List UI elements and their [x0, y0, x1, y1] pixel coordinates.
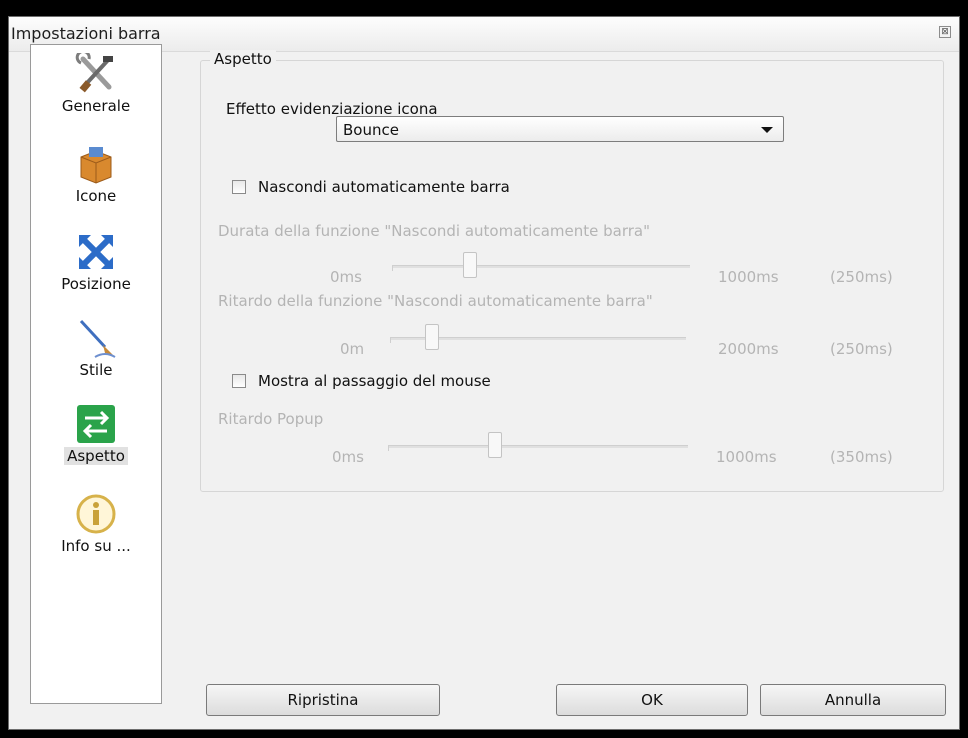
move-arrows-icon	[79, 235, 113, 269]
sidebar-item-icone[interactable]: Icone	[31, 143, 161, 205]
autohide-duration-max: 1000ms	[718, 268, 779, 286]
autohide-duration-value: (250ms)	[830, 268, 893, 286]
popup-delay-slider[interactable]	[388, 432, 688, 462]
popup-delay-value: (350ms)	[830, 448, 893, 466]
sidebar-item-label: Icone	[75, 187, 117, 205]
slider-track	[392, 265, 690, 268]
sidebar-item-label: Info su ...	[61, 537, 131, 555]
slider-tick	[390, 338, 391, 343]
autohide-delay-slider[interactable]	[390, 324, 686, 354]
window-title: Impostazioni barra	[11, 24, 161, 43]
popup-delay-min: 0ms	[332, 448, 364, 466]
swap-arrows-icon	[77, 405, 115, 443]
popup-delay-label: Ritardo Popup	[218, 410, 324, 428]
slider-thumb[interactable]	[463, 252, 477, 278]
info-icon	[76, 494, 116, 534]
autohide-checkbox[interactable]	[232, 180, 246, 194]
mouseover-checkbox[interactable]	[232, 374, 246, 388]
slider-tick	[392, 266, 393, 271]
autohide-duration-min: 0ms	[330, 268, 362, 286]
popup-delay-max: 1000ms	[716, 448, 777, 466]
sidebar-item-label: Stile	[79, 361, 113, 379]
slider-tick	[388, 446, 389, 451]
sidebar-item-label: Posizione	[61, 275, 131, 293]
close-button[interactable]: ⊠	[939, 26, 951, 38]
cancel-button[interactable]: Annulla	[760, 684, 946, 716]
slider-thumb[interactable]	[425, 324, 439, 350]
reset-button[interactable]: Ripristina	[206, 684, 440, 716]
autohide-label[interactable]: Nascondi automaticamente barra	[258, 178, 510, 196]
autohide-delay-max: 2000ms	[718, 340, 779, 358]
mouseover-label[interactable]: Mostra al passaggio del mouse	[258, 372, 491, 390]
sidebar-item-stile[interactable]: Stile	[31, 317, 161, 379]
sidebar-item-posizione[interactable]: Posizione	[31, 231, 161, 293]
chevron-down-icon	[761, 127, 773, 133]
autohide-delay-value: (250ms)	[830, 340, 893, 358]
sidebar: Generale Icone Posizione Stile Aspetto I…	[30, 44, 162, 704]
sidebar-item-aspetto[interactable]: Aspetto	[31, 403, 161, 465]
slider-thumb[interactable]	[488, 432, 502, 458]
autohide-delay-label: Ritardo della funzione "Nascondi automat…	[218, 292, 653, 310]
slider-track	[388, 445, 688, 448]
sidebar-item-generale[interactable]: Generale	[31, 53, 161, 115]
autohide-delay-min: 0m	[340, 340, 365, 358]
groupbox-title: Aspetto	[210, 50, 276, 68]
box-icon	[80, 147, 112, 184]
sidebar-item-label: Aspetto	[64, 447, 128, 465]
sidebar-item-label: Generale	[61, 97, 131, 115]
sidebar-item-info[interactable]: Info su ...	[31, 493, 161, 555]
dropdown-value: Bounce	[343, 121, 399, 139]
autohide-duration-slider[interactable]	[392, 252, 690, 282]
autohide-duration-label: Durata della funzione "Nascondi automati…	[218, 222, 650, 240]
brush-icon	[79, 319, 116, 358]
ok-button[interactable]: OK	[556, 684, 748, 716]
highlight-effect-dropdown[interactable]: Bounce	[336, 116, 784, 142]
tools-icon	[75, 53, 113, 93]
